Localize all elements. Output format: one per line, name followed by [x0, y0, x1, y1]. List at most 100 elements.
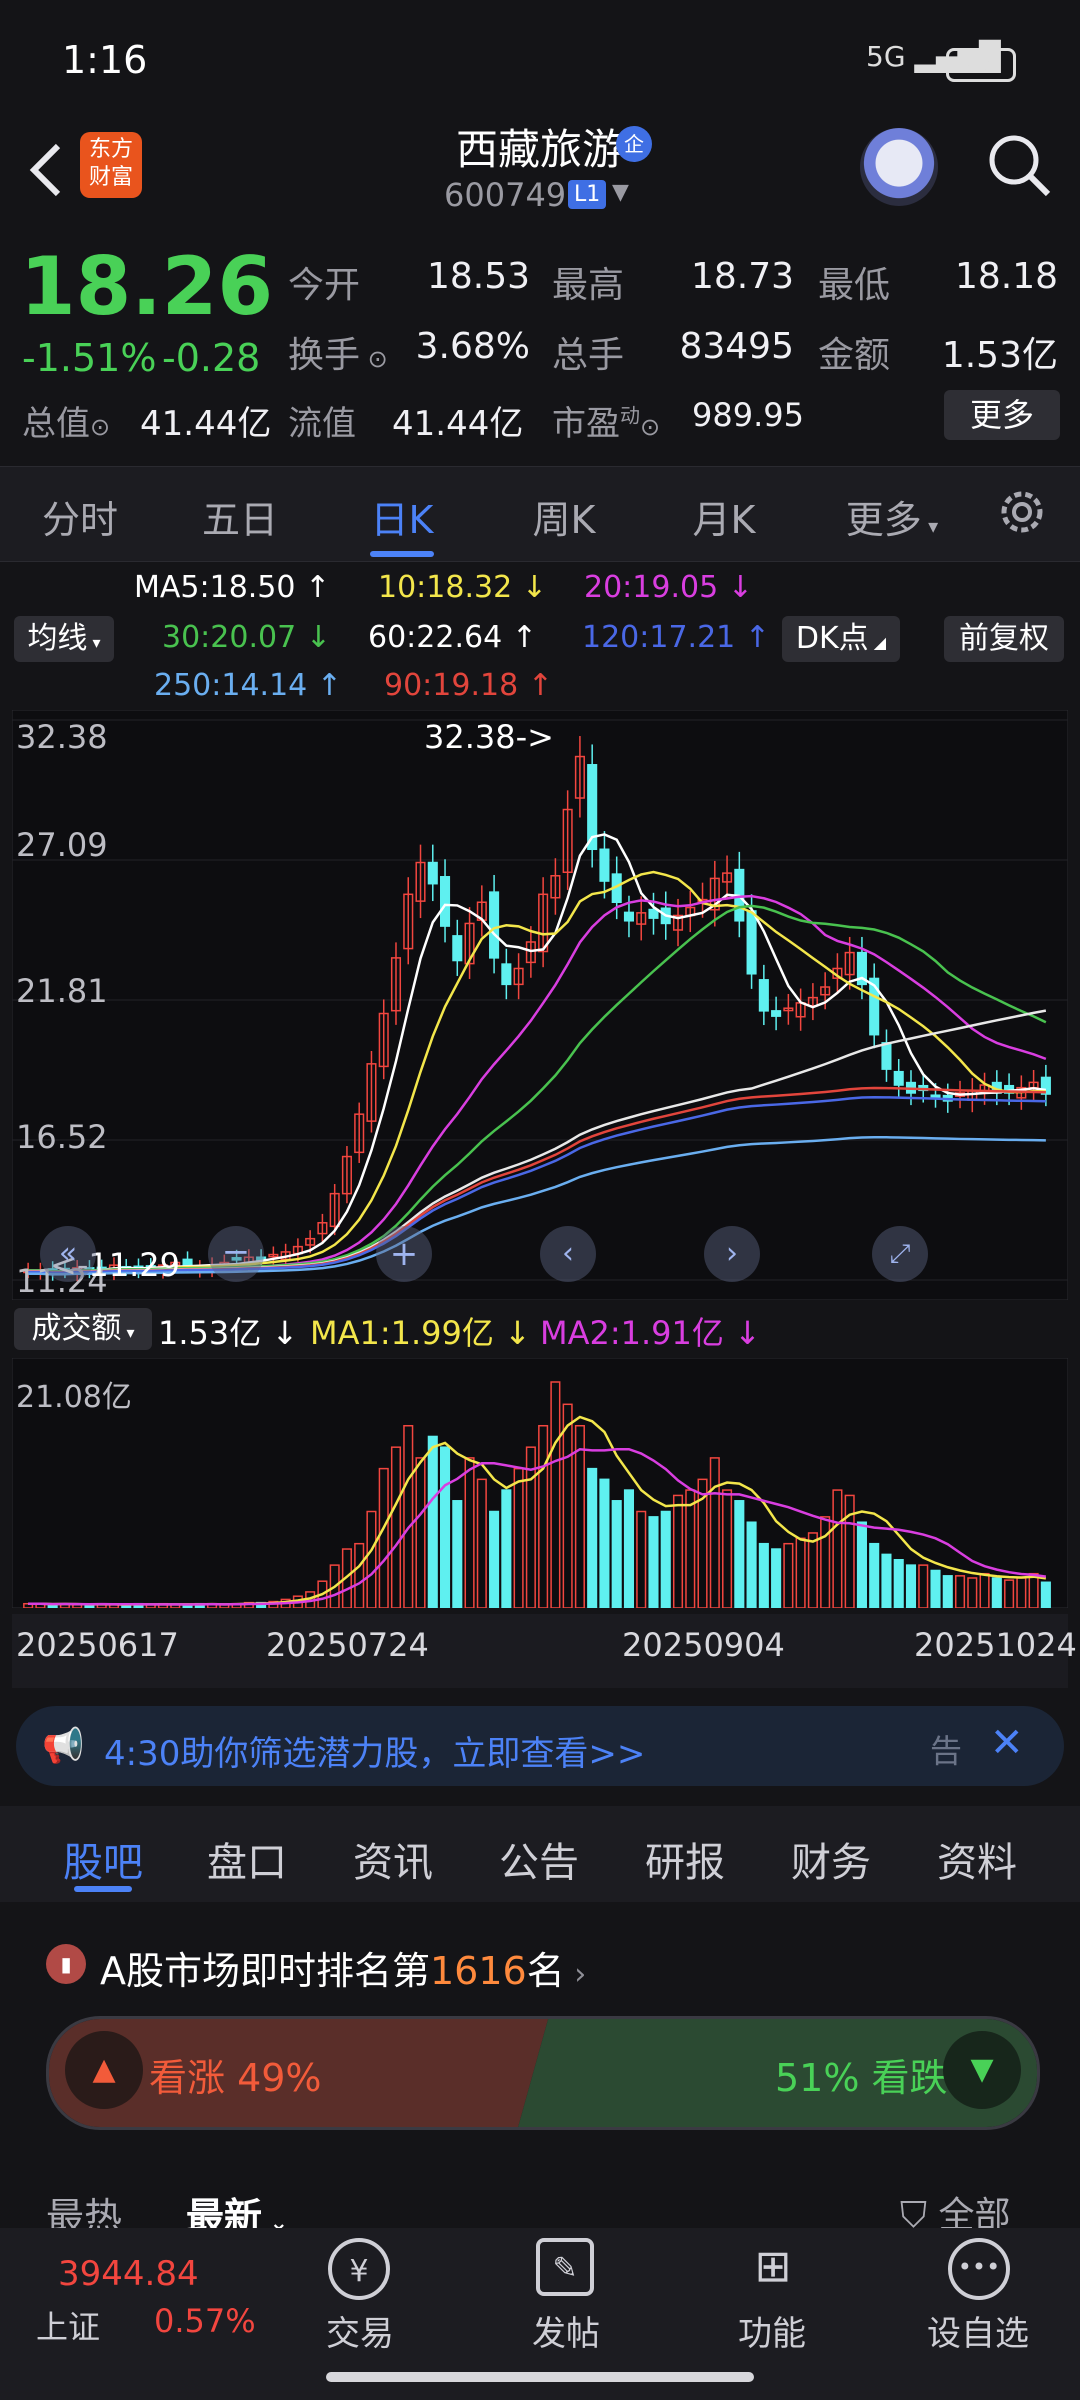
candle	[599, 848, 610, 882]
ma20-value: 20:19.05 ↓	[584, 570, 753, 605]
index-value[interactable]: 3944.84	[58, 2254, 199, 2294]
function-button[interactable]: 功能	[702, 2306, 842, 2355]
float-cap-label: 流值	[288, 404, 356, 444]
volume-bar	[942, 1575, 953, 1608]
volume-bar	[905, 1564, 917, 1608]
scroll-right-icon[interactable]: ›	[704, 1226, 760, 1282]
tab-five-day[interactable]: 五日	[170, 489, 310, 544]
stock-code: 600749	[444, 176, 567, 214]
zoom-in-icon[interactable]: +	[376, 1226, 432, 1282]
more-button[interactable]: 更多	[944, 390, 1060, 440]
trade-icon[interactable]: ¥	[328, 2238, 390, 2300]
volume-value: 1.53亿 ↓	[158, 1314, 299, 1352]
volume-indicator-select[interactable]: 成交额 ▾	[14, 1308, 152, 1350]
ma90-value: 90:19.18 ↑	[384, 668, 553, 703]
volume-y-max: 21.08亿	[16, 1380, 132, 1415]
volume-value: 83495	[679, 326, 794, 367]
candle	[893, 1070, 904, 1086]
level-badge[interactable]: L1	[568, 180, 607, 209]
close-icon[interactable]: ✕	[990, 1720, 1024, 1766]
network-type: 5G	[866, 40, 906, 73]
chevron-down-icon[interactable]: ▼	[612, 180, 629, 205]
gear-icon[interactable]	[994, 484, 1050, 540]
volume-bar	[930, 1569, 941, 1608]
volume-bar	[587, 1467, 598, 1608]
volume-bar	[660, 1510, 671, 1608]
tab-handicap[interactable]: 盘口	[192, 1830, 302, 1888]
volume-bar	[856, 1521, 867, 1608]
turnover-value: 3.68%	[415, 326, 530, 367]
tab-monthly-k[interactable]: 月K	[654, 489, 794, 544]
vote-up-label[interactable]: 看涨 49%	[149, 2047, 322, 2102]
float-cap-value: 41.44亿	[392, 404, 524, 444]
volume-ma1: MA1:1.99亿 ↓	[310, 1314, 531, 1352]
market-ranking[interactable]: A股市场即时排名第1616名 ›	[100, 1940, 586, 1995]
enterprise-badge: 企	[616, 126, 652, 162]
ma60-value: 60:22.64 ↑	[368, 620, 537, 655]
tab-announcements[interactable]: 公告	[484, 1830, 594, 1888]
dk-point-button[interactable]: DK点 ◢	[782, 616, 900, 662]
volume-chart[interactable]	[12, 1358, 1068, 1608]
post-button[interactable]: 发帖	[496, 2306, 636, 2355]
date-tick-3: 20250904	[622, 1626, 785, 1664]
vote-down-icon[interactable]: ▼	[943, 2031, 1021, 2109]
pe-label: 市盈动⊙	[552, 403, 661, 444]
pe-value: 989.95	[692, 396, 804, 434]
tab-more[interactable]: 更多 ▾	[822, 489, 962, 544]
volume-bar	[991, 1577, 1002, 1608]
candle	[452, 935, 463, 962]
volume-bar	[893, 1559, 904, 1608]
high-marker-label: 32.38->	[424, 718, 554, 756]
assistant-robot-icon[interactable]	[860, 128, 938, 206]
ma5-value: MA5:18.50 ↑	[134, 570, 331, 605]
candle	[771, 1010, 782, 1017]
candle	[439, 876, 451, 927]
y-tick-3: 21.81	[16, 972, 108, 1010]
total-cap-value: 41.44亿	[140, 404, 272, 444]
vote-down-label[interactable]: 51% 看跌	[775, 2047, 948, 2102]
candle	[881, 1042, 892, 1070]
battery-icon: 87	[946, 48, 1016, 82]
volume-bar	[771, 1548, 782, 1608]
low-value: 18.18	[954, 256, 1058, 297]
tab-intraday[interactable]: 分时	[10, 489, 150, 544]
indicator-select[interactable]: 均线 ▾	[14, 616, 114, 662]
tab-weekly-k[interactable]: 周K	[494, 489, 634, 544]
period-tab-bar: 分时 五日 日K 周K 月K 更多 ▾	[0, 466, 1080, 562]
y-tick-max: 32.38	[16, 718, 108, 756]
scroll-far-left-icon[interactable]: «	[40, 1226, 96, 1282]
more-dots-icon[interactable]: •••	[948, 2238, 1010, 2300]
volume-bar	[452, 1500, 463, 1608]
tab-news[interactable]: 资讯	[338, 1830, 448, 1888]
tab-research[interactable]: 研报	[630, 1830, 740, 1888]
candle	[489, 891, 500, 959]
volume-label: 总手	[552, 335, 625, 376]
amount-value: 1.53亿	[941, 335, 1058, 376]
vote-up-icon[interactable]: ▲	[65, 2031, 143, 2109]
tab-profile[interactable]: 资料	[922, 1830, 1032, 1888]
change-percent: -1.51%	[22, 336, 157, 380]
add-watchlist-button[interactable]: 设自选	[908, 2306, 1048, 2355]
tab-finance[interactable]: 财务	[776, 1830, 886, 1888]
search-icon[interactable]	[984, 130, 1054, 200]
high-value: 18.73	[690, 256, 794, 297]
tab-daily-k[interactable]: 日K	[332, 489, 472, 544]
promo-text[interactable]: 4:30助你筛选潜力股，立即查看>>	[104, 1726, 645, 1775]
ad-tag: 告	[930, 1732, 963, 1770]
tab-guba[interactable]: 股吧	[48, 1830, 158, 1888]
trade-button[interactable]: 交易	[290, 2306, 430, 2355]
candle	[746, 910, 757, 975]
y-tick-4: 16.52	[16, 1118, 108, 1156]
zoom-out-icon[interactable]: −	[208, 1226, 264, 1282]
candle	[501, 963, 512, 986]
adjust-button[interactable]: 前复权	[944, 616, 1064, 662]
scroll-left-icon[interactable]: ‹	[540, 1226, 596, 1282]
ma10-value: 10:18.32 ↓	[378, 570, 547, 605]
grid-icon[interactable]: ⊞	[744, 2238, 802, 2296]
fullscreen-icon[interactable]: ⤢	[872, 1226, 928, 1282]
candlestick-chart[interactable]	[12, 710, 1068, 1300]
candle	[182, 1258, 193, 1266]
edit-post-icon[interactable]: ✎	[536, 2238, 594, 2296]
megaphone-icon: 📢	[42, 1726, 85, 1766]
candle	[930, 1094, 941, 1098]
